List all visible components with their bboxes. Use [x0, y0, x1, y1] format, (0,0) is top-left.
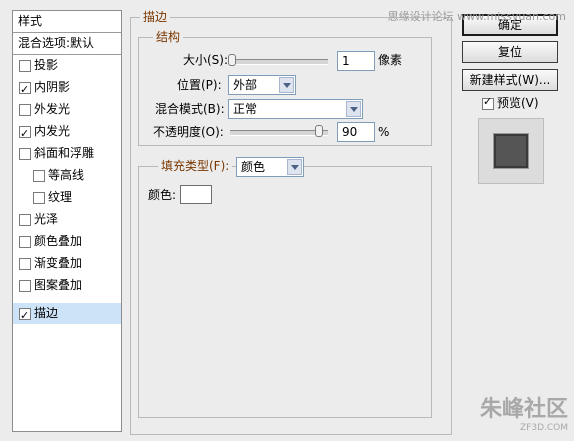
- style-item-label: 光泽: [34, 212, 59, 226]
- blend-mode-label: 混合模式(B):: [155, 102, 225, 116]
- blend-mode-select[interactable]: 正常: [228, 99, 363, 119]
- opacity-unit: %: [378, 125, 390, 139]
- opacity-slider-thumb[interactable]: [315, 125, 323, 137]
- style-item-label: 图案叠加: [34, 278, 83, 292]
- style-item-color-overlay[interactable]: 颜色叠加: [13, 231, 121, 252]
- satin-checkbox[interactable]: [19, 214, 31, 226]
- chevron-down-icon[interactable]: [346, 101, 361, 117]
- style-item-bevel-emboss[interactable]: 斜面和浮雕: [13, 143, 121, 164]
- texture-checkbox[interactable]: [33, 192, 45, 204]
- style-item-label: 等高线: [48, 168, 85, 182]
- outer-glow-checkbox[interactable]: [19, 104, 31, 116]
- chevron-down-icon[interactable]: [287, 159, 302, 175]
- style-item-texture[interactable]: 纹理: [13, 187, 121, 208]
- fill-type-value: 颜色: [241, 160, 266, 174]
- structure-group-title: 结构: [153, 30, 184, 44]
- style-item-inner-glow[interactable]: 内发光: [13, 121, 121, 144]
- style-list: 样式 混合选项:默认 投影 内阴影 外发光 内发光 斜面和浮雕 等高线 纹理 光…: [12, 10, 122, 432]
- size-slider-track[interactable]: [230, 59, 328, 65]
- position-value: 外部: [233, 78, 258, 92]
- stroke-checkbox[interactable]: [19, 305, 31, 326]
- style-preview-thumbnail: [478, 118, 544, 184]
- opacity-input[interactable]: 90: [337, 122, 375, 142]
- style-item-label: 投影: [34, 58, 59, 72]
- style-item-stroke[interactable]: 描边: [13, 303, 121, 326]
- size-label: 大小(S):: [183, 53, 229, 67]
- size-unit: 像素: [378, 53, 403, 67]
- color-label: 颜色:: [148, 188, 177, 202]
- style-list-header[interactable]: 样式: [13, 11, 121, 33]
- style-item-label: 颜色叠加: [34, 234, 83, 248]
- drop-shadow-checkbox[interactable]: [19, 60, 31, 72]
- watermark-bottom-right: 朱峰社区 ZF3D.COM: [480, 391, 568, 433]
- opacity-label: 不透明度(O):: [153, 125, 224, 139]
- style-item-label: 描边: [34, 306, 59, 320]
- contour-checkbox[interactable]: [33, 170, 45, 182]
- position-select[interactable]: 外部: [228, 75, 296, 95]
- preview-label: 预览(V): [497, 96, 539, 110]
- pattern-overlay-checkbox[interactable]: [19, 280, 31, 292]
- style-item-satin[interactable]: 光泽: [13, 209, 121, 230]
- style-item-label: 斜面和浮雕: [34, 146, 95, 160]
- position-label: 位置(P):: [177, 78, 222, 92]
- style-item-label: 外发光: [34, 102, 71, 116]
- gradient-overlay-checkbox[interactable]: [19, 258, 31, 270]
- blend-options-label: 混合选项:默认: [18, 36, 95, 50]
- style-item-label: 渐变叠加: [34, 256, 83, 270]
- style-list-header-label: 样式: [18, 14, 43, 28]
- preview-square: [494, 134, 528, 168]
- color-overlay-checkbox[interactable]: [19, 236, 31, 248]
- style-item-gradient-overlay[interactable]: 渐变叠加: [13, 253, 121, 274]
- blend-mode-value: 正常: [233, 102, 258, 116]
- inner-glow-checkbox[interactable]: [19, 123, 31, 144]
- style-item-contour[interactable]: 等高线: [13, 165, 121, 186]
- watermark-top-right: 思缘设计论坛 www.missyuan.com: [387, 10, 566, 23]
- watermark-bottom-right-small: ZF3D.COM: [520, 423, 568, 433]
- style-item-label: 纹理: [48, 190, 73, 204]
- reset-button[interactable]: 复位: [462, 41, 558, 63]
- size-slider-thumb[interactable]: [228, 54, 236, 66]
- new-style-button[interactable]: 新建样式(W)...: [462, 69, 558, 91]
- inner-shadow-checkbox[interactable]: [19, 79, 31, 100]
- style-item-label: 内发光: [34, 124, 71, 138]
- fill-type-select[interactable]: 颜色: [236, 157, 304, 177]
- size-input[interactable]: 1: [337, 51, 375, 71]
- watermark-bottom-right-text: 朱峰社区: [479, 397, 568, 422]
- style-item-pattern-overlay[interactable]: 图案叠加: [13, 275, 121, 296]
- bevel-emboss-checkbox[interactable]: [19, 148, 31, 160]
- style-item-label: 内阴影: [34, 80, 71, 94]
- color-swatch[interactable]: [180, 185, 212, 204]
- chevron-down-icon[interactable]: [279, 77, 294, 93]
- fill-type-label: 填充类型(F):: [158, 159, 233, 173]
- preview-checkbox[interactable]: [482, 95, 494, 110]
- stroke-group-title: 描边: [140, 10, 171, 24]
- style-item-inner-shadow[interactable]: 内阴影: [13, 77, 121, 100]
- style-item-drop-shadow[interactable]: 投影: [13, 55, 121, 76]
- style-item-outer-glow[interactable]: 外发光: [13, 99, 121, 120]
- blend-options-item[interactable]: 混合选项:默认: [13, 33, 121, 55]
- opacity-slider-track[interactable]: [230, 130, 328, 136]
